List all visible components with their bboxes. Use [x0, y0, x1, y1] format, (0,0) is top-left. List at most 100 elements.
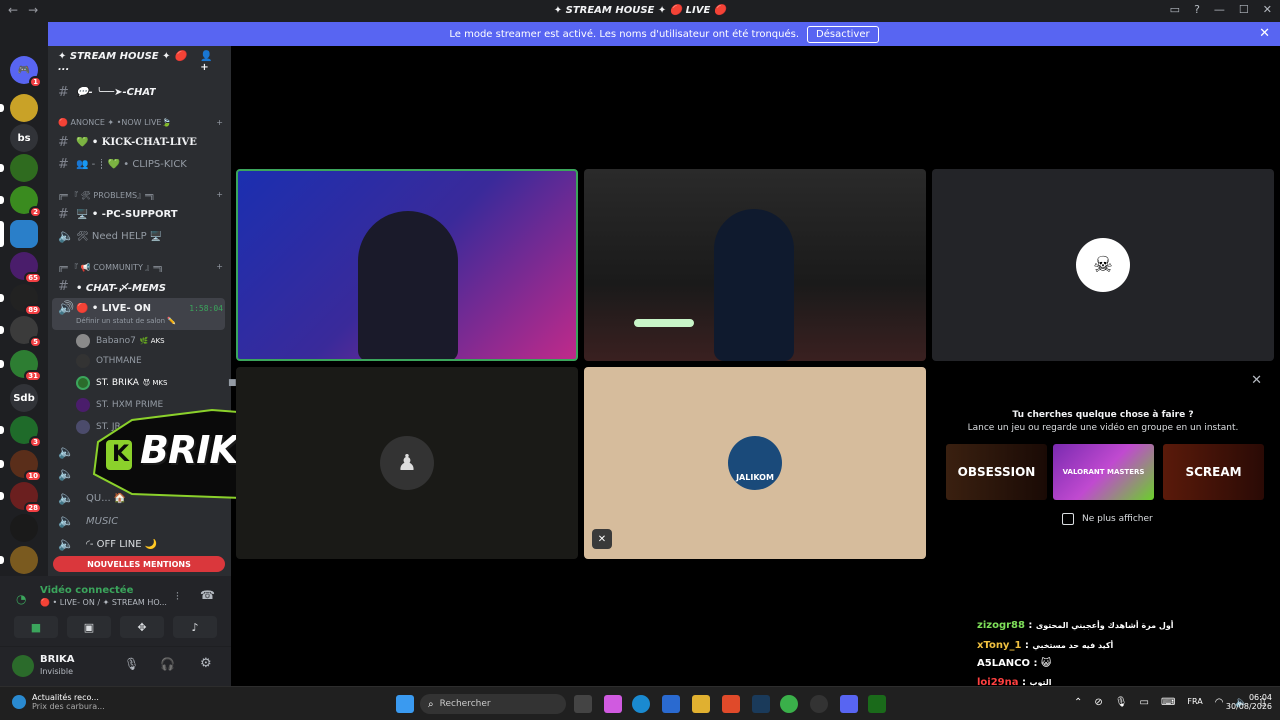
voice-member[interactable]: OTHMANE — [76, 351, 142, 371]
server-badge: 2 — [29, 206, 42, 218]
minimize-icon[interactable]: — — [1214, 3, 1225, 16]
channel-need-help[interactable]: 🔈 🛠 Need HELP 🖥️ — [48, 226, 231, 246]
voice-channel-music[interactable]: 🔈 MUSIC — [48, 511, 231, 531]
speaker-icon: 🔈 — [58, 444, 75, 460]
soundboard-button[interactable]: ♪ — [173, 616, 217, 638]
store-icon[interactable] — [662, 695, 680, 713]
activities-button[interactable]: ✥ — [120, 616, 164, 638]
plus-icon[interactable]: + — [216, 118, 223, 127]
category-annonce[interactable]: 🔴 ANONCE ✦ •NOW LIVE🍃 + — [58, 118, 223, 127]
category-problems[interactable]: ╔═ 『 🛠 PROBLEMS』═╗ + — [58, 190, 223, 201]
app-icon[interactable] — [810, 695, 828, 713]
edge-icon[interactable] — [632, 695, 650, 713]
video-tile-avatar[interactable]: ♟ — [236, 367, 578, 559]
chat-message: A5LANCO : 😺 — [977, 658, 1052, 669]
user-avatar[interactable] — [12, 655, 34, 677]
clock[interactable]: 06:04 30/08/2026 — [1222, 693, 1272, 711]
plus-icon[interactable]: + — [216, 262, 223, 273]
server-badge: 3 — [29, 436, 42, 448]
username[interactable]: BRIKA — [40, 654, 75, 665]
camera-button[interactable]: ■ — [14, 616, 58, 638]
server-item-active[interactable] — [0, 220, 38, 248]
activity-card-obsession[interactable]: OBSESSION — [946, 444, 1047, 500]
server-item[interactable] — [0, 546, 38, 574]
server-item[interactable]: 65 — [10, 252, 42, 284]
video-tile-avatar[interactable]: ☠ — [932, 169, 1274, 361]
hash-icon: # — [58, 84, 69, 100]
disconnect-icon[interactable]: ☎ — [200, 588, 215, 602]
video-tile-avatar[interactable]: JALIKOM ✕ — [584, 367, 926, 559]
windows-start-icon[interactable] — [396, 695, 414, 713]
server-item[interactable]: bs — [10, 124, 38, 152]
channel-chat[interactable]: # 💬- ╰──➤-CHAT — [48, 82, 231, 102]
file-explorer-icon[interactable] — [692, 695, 710, 713]
channel-live-on[interactable]: 🔊 🔴 • LIVE- ON 1:58:04 — [48, 298, 231, 318]
channel-kick-chat-live[interactable]: # 💚 • KICK-CHAT-LIVE — [48, 132, 231, 152]
server-item[interactable] — [0, 154, 38, 182]
inbox-icon[interactable]: ▭ — [1170, 3, 1180, 16]
disable-streamer-button[interactable]: Désactiver — [807, 25, 879, 43]
server-header[interactable]: ✦ STREAM HOUSE ✦ 🔴 ... 👤+ — [48, 46, 231, 78]
vpn-icon[interactable]: ⊘ — [1094, 697, 1102, 708]
activity-card-valorant[interactable]: VALORANT MASTERS — [1053, 444, 1154, 500]
channel-status[interactable]: Définir un statut de salon ✏️ — [76, 317, 176, 325]
hash-icon: # — [58, 156, 69, 172]
news-widget[interactable]: Actualités reco... Prix des carbura... — [12, 693, 105, 711]
checkbox-row[interactable]: Ne plus afficher — [1062, 513, 1153, 525]
server-label: bs — [17, 132, 31, 144]
server-item[interactable]: 10 — [0, 450, 42, 482]
voice-member[interactable]: ST. BRIKA 😈 MKS ■ — [76, 373, 237, 393]
server-item[interactable]: Sdb — [10, 384, 38, 412]
voice-member[interactable]: Babano7 🌿 AKS — [76, 331, 165, 351]
server-item[interactable]: 28 — [0, 482, 42, 514]
video-tile-speaking[interactable] — [236, 169, 578, 361]
language-indicator[interactable]: FRA — [1187, 697, 1202, 708]
server-item[interactable]: 3 — [0, 416, 42, 448]
server-item[interactable]: 5 — [0, 316, 42, 348]
close-icon[interactable]: ✕ — [1263, 3, 1272, 16]
server-item[interactable]: 89 — [0, 284, 42, 316]
headphones-icon[interactable]: 🎧 — [160, 657, 175, 671]
video-tile[interactable] — [584, 169, 926, 361]
category-community[interactable]: ╔═ 『 📢 COMMUNITY 』═╗ + — [58, 262, 223, 273]
add-member-icon[interactable]: 👤+ — [200, 51, 221, 73]
brave-icon[interactable] — [722, 695, 740, 713]
skull-avatar-icon: ☠ — [1076, 238, 1130, 292]
steam-icon[interactable] — [752, 695, 770, 713]
new-mentions-button[interactable]: NOUVELLES MENTIONS — [53, 556, 225, 572]
suggestions-close-icon[interactable]: ✕ — [1251, 373, 1262, 388]
server-item[interactable]: 31 — [0, 350, 42, 382]
task-view-icon[interactable] — [574, 695, 592, 713]
activity-card-scream[interactable]: SCREAM — [1163, 444, 1264, 500]
plus-icon[interactable]: + — [216, 190, 223, 201]
server-item[interactable]: 2 — [0, 186, 42, 218]
noise-suppression-icon[interactable]: ⫶ — [176, 590, 179, 604]
display-icon[interactable]: ▭ — [1139, 697, 1148, 708]
mic-tray-icon[interactable]: 🎙 — [1115, 697, 1128, 708]
microphone-icon[interactable]: 🎙 — [124, 657, 139, 671]
chevron-up-icon[interactable]: ⌃ — [1074, 697, 1082, 708]
channel-chat-mems[interactable]: # • CHAT-〆-MEMS — [48, 276, 231, 296]
screen-share-button[interactable]: ▣ — [67, 616, 111, 638]
checkbox[interactable] — [1062, 513, 1074, 525]
maximize-icon[interactable]: ☐ — [1239, 3, 1249, 16]
help-icon[interactable]: ? — [1194, 3, 1200, 16]
keyboard-icon[interactable]: ⌨ — [1161, 697, 1175, 708]
discord-taskbar-icon[interactable] — [840, 695, 858, 713]
voice-channel-offline[interactable]: 🔈 ◜- OFF LINE 🌙 — [48, 534, 231, 554]
server-item[interactable] — [0, 94, 38, 122]
copilot-icon[interactable] — [604, 695, 622, 713]
channel-pc-support[interactable]: # 🖥️ • -PC-SUPPORT — [48, 204, 231, 224]
server-item[interactable] — [10, 514, 38, 542]
server-home[interactable]: 🎮 1 — [10, 56, 42, 88]
chrome-icon[interactable] — [780, 695, 798, 713]
channel-clips-kick[interactable]: # 👥 - ┊ 💚 • CLIPS-KICK — [48, 154, 231, 174]
user-status: Invisible — [40, 667, 73, 676]
kick-icon[interactable] — [868, 695, 886, 713]
banner-close-icon[interactable]: ✕ — [1259, 26, 1270, 41]
settings-gear-icon[interactable]: ⚙ — [200, 656, 212, 671]
voice-status[interactable]: Vidéo connectée — [40, 585, 133, 596]
voice-location[interactable]: 🔴 • LIVE- ON / ✦ STREAM HO... — [40, 598, 167, 607]
taskbar-search[interactable]: ⌕ Rechercher — [420, 694, 566, 714]
streamer-banner-text: Le mode streamer est activé. Les noms d'… — [449, 28, 800, 40]
